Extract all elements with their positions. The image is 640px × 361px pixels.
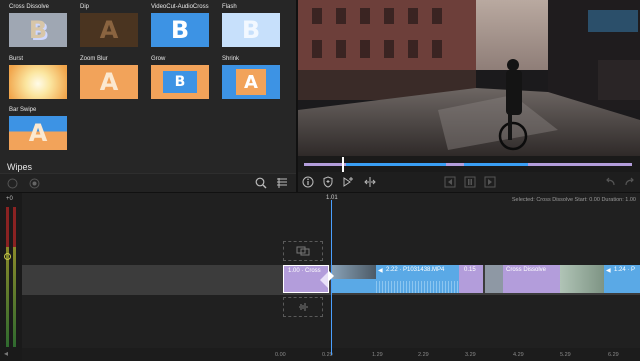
tick-label: 0.00 — [275, 352, 286, 358]
scrubber-handle[interactable] — [342, 157, 344, 172]
pause-icon[interactable] — [464, 176, 476, 188]
tile-label: Grow — [151, 56, 166, 62]
meter-bar — [6, 247, 9, 347]
add-title-placeholder[interactable] — [283, 241, 323, 261]
tile-label: Bar Swipe — [9, 107, 37, 113]
meter-bar — [13, 247, 16, 347]
info-icon[interactable] — [302, 176, 314, 188]
settings-grid-icon[interactable] — [276, 177, 288, 189]
tile-thumbnail: A — [80, 13, 138, 47]
clip-thumbnail — [485, 265, 503, 293]
tile-thumbnail: A — [222, 65, 280, 99]
tile-thumbnail — [9, 65, 67, 99]
clip-label: 2.22 · P1031438.MP4 — [386, 267, 445, 273]
transitions-browser: Cross Dissolve B Dip A VideoCut-AudioCro… — [0, 0, 296, 192]
playhead-marker-icon — [328, 270, 334, 282]
undo-icon[interactable] — [604, 176, 616, 188]
tile-label: Shrink — [222, 56, 240, 62]
speaker-icon: ◀ — [606, 268, 611, 274]
clip-label: 1.24 · P — [614, 267, 636, 273]
timeline-clip-transition-selected[interactable]: 1.00 · Cross — [283, 265, 329, 293]
clip-waveform — [376, 281, 459, 293]
meter-bar — [13, 207, 16, 247]
viewer-toolbar — [298, 172, 640, 192]
video-viewer[interactable] — [298, 0, 640, 156]
redo-icon[interactable] — [624, 176, 636, 188]
meter-knob[interactable] — [4, 253, 11, 260]
record-icon[interactable] — [28, 177, 40, 189]
timeline-clip-short[interactable]: 0.15 — [459, 265, 483, 293]
skip-back-icon[interactable] — [444, 176, 456, 188]
timeline-clip-thumb[interactable] — [560, 265, 604, 293]
tick-label: 4.29 — [513, 352, 524, 358]
clip-label: 0.15 — [464, 267, 476, 273]
scrubber-segment — [446, 163, 464, 166]
meter-bar — [6, 207, 9, 247]
tile-thumbnail: A — [80, 65, 138, 99]
split-icon[interactable] — [364, 176, 376, 188]
tile-thumbnail: B — [9, 13, 67, 47]
browser-toolbar — [0, 173, 296, 192]
level-label: +0 — [6, 196, 13, 202]
check-circle-icon[interactable] — [6, 177, 18, 189]
tile-label: VideoCut-AudioCross — [151, 4, 209, 10]
tile-thumbnail: B — [151, 65, 209, 99]
volume-icon[interactable]: ◂ — [4, 349, 8, 358]
tick-label: 5.29 — [560, 352, 571, 358]
tick-label: 2.29 — [418, 352, 429, 358]
tick-label: 6.29 — [608, 352, 619, 358]
trim-handle-icon[interactable] — [320, 272, 328, 288]
clip-thumbnail — [560, 265, 604, 293]
clip-waveform — [331, 279, 376, 293]
zoom-icon[interactable] — [255, 177, 267, 189]
tile-label: Flash — [222, 4, 237, 10]
play-add-icon[interactable] — [342, 176, 354, 188]
clip-label: Cross Dissolve — [506, 267, 547, 273]
clip-thumbnail — [331, 265, 376, 279]
tile-thumbnail: A — [9, 116, 67, 150]
tile-label: Dip — [80, 4, 90, 10]
timeline-clip-transition[interactable]: Cross Dissolve — [485, 265, 560, 293]
section-label-wipes: Wipes — [7, 162, 33, 172]
timeline-clip-video-end[interactable]: 1.24 · P ◀ — [604, 265, 640, 293]
tile-label: Cross Dissolve — [9, 4, 50, 10]
shield-icon[interactable] — [322, 176, 334, 188]
skip-forward-icon[interactable] — [484, 176, 496, 188]
tick-label: 3.29 — [465, 352, 476, 358]
speaker-icon: ◀ — [378, 268, 383, 274]
add-audio-placeholder[interactable] — [283, 297, 323, 317]
scrubber-segment — [304, 163, 346, 166]
viewer-frame-image — [298, 0, 640, 156]
tick-label: 1.29 — [372, 352, 383, 358]
selection-status: Selected: Cross Dissolve Start: 0.00 Dur… — [511, 197, 636, 203]
scrubber-segment — [346, 163, 446, 166]
tile-label: Burst — [9, 56, 24, 62]
tile-label: Zoom Blur — [80, 56, 108, 62]
timeline-clip-video[interactable]: 2.22 · P1031438.MP4 ◀ — [376, 265, 459, 293]
tile-thumbnail: B — [222, 13, 280, 47]
scrubber-segment — [464, 163, 528, 166]
preview-scrubber[interactable] — [298, 156, 640, 172]
timeline-clip-video-thumb[interactable] — [331, 265, 376, 293]
tile-thumbnail: B — [151, 13, 209, 47]
clip-label: 1.00 · Cross — [288, 268, 321, 274]
audio-level-meters: +0 ◂ — [0, 193, 22, 361]
scrubber-segment — [528, 163, 632, 166]
